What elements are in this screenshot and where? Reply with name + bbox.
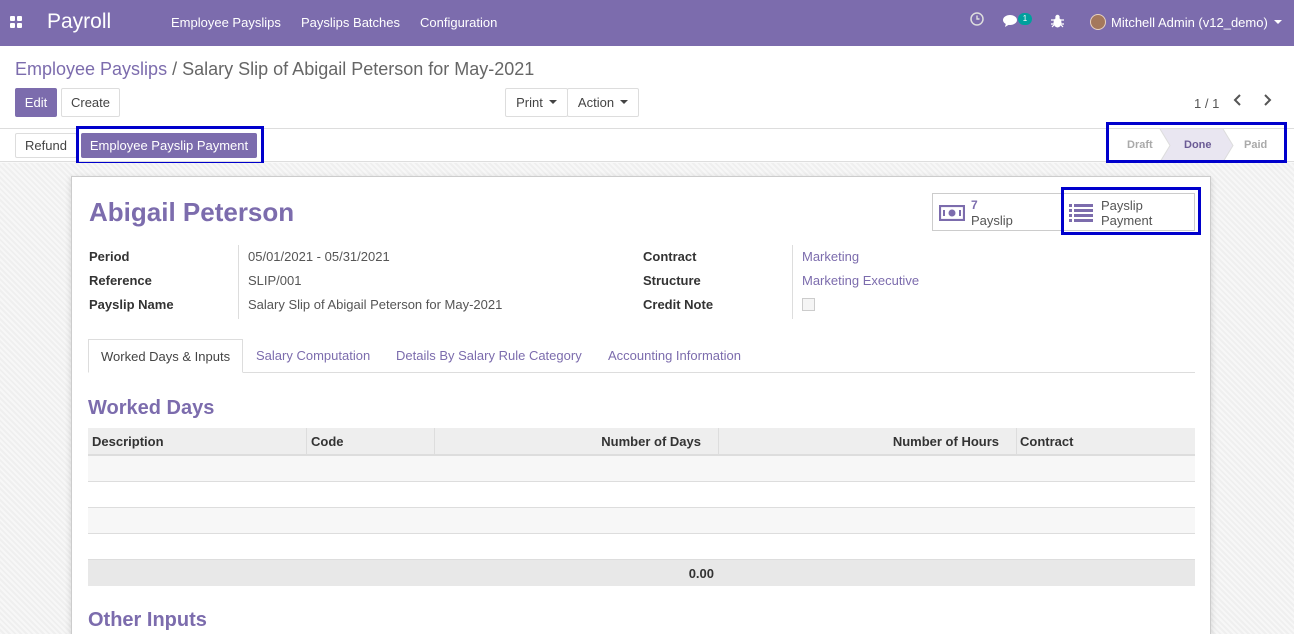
- clock-icon[interactable]: [970, 12, 984, 29]
- contract-label: Contract: [643, 249, 697, 264]
- caret-down-icon: [620, 99, 629, 104]
- payslip-count: 7: [971, 198, 978, 212]
- user-menu[interactable]: Mitchell Admin (v12_demo): [1111, 15, 1268, 30]
- payslip-name-label: Payslip Name: [89, 297, 174, 312]
- column-number-of-hours[interactable]: Number of Hours: [722, 434, 999, 449]
- chevron-left-icon[interactable]: [1233, 93, 1243, 112]
- period-value: 05/01/2021 - 05/31/2021: [248, 249, 390, 264]
- payslip-label: Payslip: [971, 213, 1013, 228]
- tab-worked-days-inputs[interactable]: Worked Days & Inputs: [88, 339, 244, 373]
- caret-down-icon: [548, 99, 557, 104]
- breadcrumb: Employee Payslips / Salary Slip of Abiga…: [15, 59, 534, 80]
- form-header: Refund Employee Payslip Payment Draft Do…: [0, 122, 1294, 165]
- menu-configuration[interactable]: Configuration: [420, 15, 497, 30]
- column-number-of-days[interactable]: Number of Days: [438, 434, 701, 449]
- action-dropdown[interactable]: Action: [567, 88, 639, 117]
- create-button[interactable]: Create: [61, 88, 120, 117]
- column-divider: [434, 428, 435, 456]
- refund-button[interactable]: Refund: [15, 133, 77, 158]
- period-label: Period: [89, 249, 130, 264]
- print-dropdown[interactable]: Print: [505, 88, 568, 117]
- messages-badge: 1: [1018, 13, 1032, 25]
- tab-accounting-information[interactable]: Accounting Information: [596, 339, 753, 373]
- print-label: Print: [516, 95, 543, 110]
- money-icon: [938, 204, 966, 224]
- app-name: Payroll: [47, 10, 112, 33]
- table-footer: 0.00: [88, 560, 1195, 586]
- structure-value[interactable]: Marketing Executive: [802, 273, 919, 288]
- reference-label: Reference: [89, 273, 152, 288]
- chat-icon[interactable]: [1003, 14, 1019, 31]
- avatar[interactable]: [1090, 14, 1106, 30]
- table-row: [88, 456, 1195, 482]
- employee-name: Abigail Peterson: [89, 197, 295, 227]
- column-code[interactable]: Code: [311, 434, 344, 449]
- top-navbar: Payroll Employee Payslips Payslips Batch…: [0, 0, 1294, 46]
- reference-value: SLIP/001: [248, 273, 302, 288]
- contract-value[interactable]: Marketing: [802, 249, 859, 264]
- column-divider: [306, 428, 307, 456]
- control-panel: Employee Payslips / Salary Slip of Abiga…: [0, 46, 1294, 129]
- field-separator: [238, 245, 239, 319]
- field-separator: [792, 245, 793, 319]
- chevron-down-icon[interactable]: [1274, 20, 1282, 24]
- notebook-tabs: Worked Days & Inputs Salary Computation …: [88, 339, 1195, 373]
- column-divider: [1016, 428, 1017, 456]
- worked-days-title: Worked Days: [88, 397, 215, 419]
- credit-note-checkbox[interactable]: [802, 298, 815, 311]
- table-row: [88, 534, 1195, 560]
- highlight-box: [76, 126, 264, 165]
- other-inputs-title: Other Inputs: [88, 609, 207, 631]
- action-label: Action: [577, 95, 615, 110]
- total-number-of-days: 0.00: [688, 566, 714, 581]
- menu-employee-payslips[interactable]: Employee Payslips: [171, 15, 281, 30]
- credit-note-label: Credit Note: [643, 297, 714, 312]
- table-row: [88, 482, 1195, 508]
- breadcrumb-current: Salary Slip of Abigail Peterson for May-…: [182, 59, 535, 79]
- tab-details-by-salary-rule-category[interactable]: Details By Salary Rule Category: [384, 339, 594, 373]
- highlight-box: [1106, 122, 1287, 163]
- column-divider: [718, 428, 719, 456]
- apps-menu-icon[interactable]: [10, 16, 22, 28]
- payslip-smart-button[interactable]: 7 Payslip: [932, 193, 1062, 231]
- column-description[interactable]: Description: [92, 434, 164, 449]
- form-sheet: Abigail Peterson 7 Payslip Payslip Payme…: [71, 176, 1211, 634]
- structure-label: Structure: [643, 273, 701, 288]
- breadcrumb-parent[interactable]: Employee Payslips: [15, 59, 167, 79]
- pager-value[interactable]: 1 / 1: [1194, 96, 1219, 111]
- bug-icon[interactable]: [1051, 14, 1064, 31]
- payslip-name-value: Salary Slip of Abigail Peterson for May-…: [248, 297, 503, 312]
- menu-payslips-batches[interactable]: Payslips Batches: [301, 15, 400, 30]
- highlight-box: [1061, 187, 1201, 235]
- table-header: Description Code Number of Days Number o…: [88, 428, 1195, 456]
- column-contract[interactable]: Contract: [1020, 434, 1073, 449]
- edit-button[interactable]: Edit: [15, 88, 57, 117]
- chevron-right-icon[interactable]: [1262, 93, 1272, 112]
- table-row: [88, 508, 1195, 534]
- tab-salary-computation[interactable]: Salary Computation: [244, 339, 382, 373]
- breadcrumb-separator: /: [172, 59, 178, 79]
